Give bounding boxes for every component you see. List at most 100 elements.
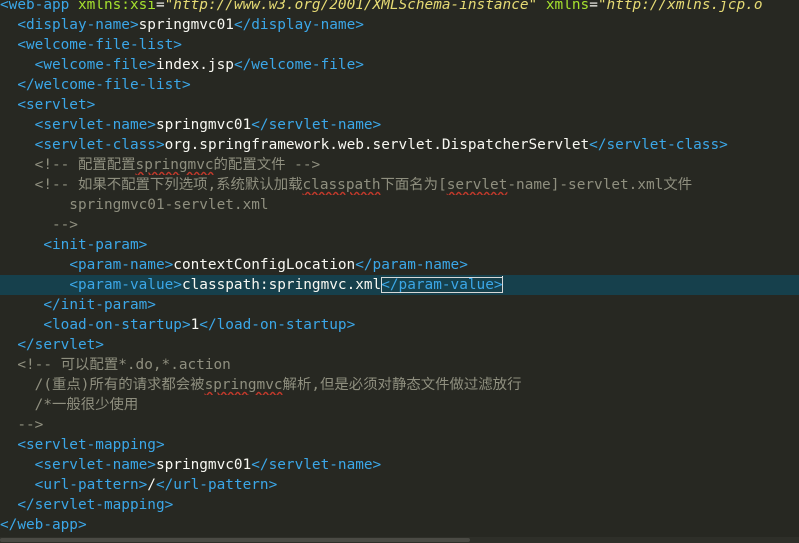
xml-tag: <servlet-mapping> <box>17 437 165 453</box>
comment-text: 下面名为[ <box>380 177 447 193</box>
code-line-current[interactable]: <param-value>classpath:springmvc.xml</pa… <box>0 275 799 295</box>
code-line[interactable]: --> <box>0 415 799 435</box>
element-text <box>0 237 43 253</box>
element-text: / <box>147 477 156 493</box>
element-text <box>0 177 35 193</box>
element-text <box>0 117 35 133</box>
element-text <box>0 297 43 313</box>
xml-tag: <welcome-file> <box>34 57 156 73</box>
code-line[interactable]: <display-name>springmvc01</display-name> <box>0 15 799 35</box>
code-line[interactable]: </servlet> <box>0 335 799 355</box>
element-text: org.springframework.web.servlet.Dispatch… <box>164 137 590 153</box>
element-text <box>0 317 43 333</box>
element-text <box>0 97 17 113</box>
attribute-equals: = <box>155 0 165 13</box>
xml-tag: </servlet-name> <box>251 117 382 133</box>
code-line[interactable]: springmvc01-servlet.xml <box>0 195 799 215</box>
code-line[interactable]: </web-app> <box>0 515 799 535</box>
element-text <box>0 277 69 293</box>
code-line[interactable]: <!-- 可以配置*.do,*.action <box>0 355 799 375</box>
spellcheck-word: servlet <box>446 177 508 193</box>
comment-text: <!-- 可以配置*.do,*.action <box>17 357 231 373</box>
comment-text: -name]-servlet.xml文件 <box>507 177 693 193</box>
comment-text: springmvc01-servlet.xml <box>0 197 269 213</box>
attribute-value: "http://xmlns.jcp.o <box>597 0 763 13</box>
comment-text: <!-- 如果不配置下列选项,系统默认加载 <box>34 177 303 193</box>
xml-tag: <param-name> <box>69 257 174 273</box>
xml-tag: </init-param> <box>43 297 156 313</box>
comment-text: <!-- 配置配置 <box>34 157 136 173</box>
code-line[interactable]: <init-param> <box>0 235 799 255</box>
xml-tag: <welcome-file-list> <box>17 37 182 53</box>
element-text <box>0 477 35 493</box>
horizontal-scrollbar[interactable] <box>0 537 799 543</box>
code-line[interactable]: <servlet-name>springmvc01</servlet-name> <box>0 115 799 135</box>
attribute-value: "http://www.w3.org/2001/XMLSchema-instan… <box>164 0 538 13</box>
xml-tag: <load-on-startup> <box>43 317 191 333</box>
comment-text: --> <box>0 417 44 433</box>
code-line[interactable]: --> <box>0 215 799 235</box>
xml-tag: <servlet> <box>17 97 96 113</box>
comment-text: /*一般很少使用 <box>0 397 139 413</box>
xml-tag: </welcome-file> <box>233 57 364 73</box>
element-text: contextConfigLocation <box>173 257 356 273</box>
xml-tag: <servlet-name> <box>34 117 156 133</box>
code-line[interactable]: <!-- 配置配置springmvc的配置文件 --> <box>0 155 799 175</box>
code-line[interactable]: <web-app xmlns:xsi="http://www.w3.org/20… <box>0 0 799 15</box>
xml-tag: <init-param> <box>43 237 148 253</box>
comment-text: 解析,但是必须对静态文件做过滤放行 <box>282 377 522 393</box>
element-text <box>537 0 546 13</box>
code-line[interactable]: <param-name>contextConfigLocation</param… <box>0 255 799 275</box>
element-text <box>0 137 35 153</box>
code-line[interactable]: <!-- 如果不配置下列选项,系统默认加载classpath下面名为[servl… <box>0 175 799 195</box>
xml-tag: <servlet-name> <box>34 457 156 473</box>
code-line[interactable]: <welcome-file-list> <box>0 35 799 55</box>
comment-text: /(重点)所有的请求都会被 <box>0 377 205 393</box>
code-line[interactable]: <servlet-class>org.springframework.web.s… <box>0 135 799 155</box>
comment-text: 的配置文件 --> <box>213 157 321 173</box>
code-line[interactable]: <url-pattern>/</url-pattern> <box>0 475 799 495</box>
text-cursor <box>501 276 503 292</box>
xml-tag: </load-on-startup> <box>199 317 356 333</box>
code-line[interactable]: /(重点)所有的请求都会被springmvc解析,但是必须对静态文件做过滤放行 <box>0 375 799 395</box>
spellcheck-word: springmvc <box>204 377 283 393</box>
code-line[interactable]: <welcome-file>index.jsp</welcome-file> <box>0 55 799 75</box>
code-line[interactable]: <load-on-startup>1</load-on-startup> <box>0 315 799 335</box>
xml-tag: </servlet> <box>17 337 104 353</box>
code-line[interactable]: </servlet-mapping> <box>0 495 799 515</box>
element-text <box>0 337 17 353</box>
xml-tag: <param-value> <box>69 277 182 293</box>
element-text: classpath:springmvc.xml <box>181 277 382 293</box>
code-lines[interactable]: <web-app xmlns:xsi="http://www.w3.org/20… <box>0 0 799 535</box>
element-text <box>0 437 17 453</box>
xml-tag: </param-value> <box>381 277 503 293</box>
spellcheck-word: classpath <box>302 177 381 193</box>
code-editor[interactable]: <web-app xmlns:xsi="http://www.w3.org/20… <box>0 0 799 543</box>
element-text: springmvc01 <box>138 17 234 33</box>
xml-tag: </web-app> <box>0 517 87 533</box>
code-line[interactable]: /*一般很少使用 <box>0 395 799 415</box>
element-text <box>0 17 17 33</box>
spellcheck-word: springmvc <box>135 157 214 173</box>
element-text <box>69 0 78 13</box>
horizontal-scrollbar-thumb[interactable] <box>0 538 470 542</box>
xml-tag: </welcome-file-list> <box>17 77 191 93</box>
code-line[interactable]: <servlet-mapping> <box>0 435 799 455</box>
attribute-equals: = <box>589 0 598 13</box>
xml-tag: </url-pattern> <box>155 477 278 493</box>
xml-tag: </display-name> <box>233 17 364 33</box>
attribute-name: xmlns <box>545 0 590 13</box>
xml-tag: <display-name> <box>17 17 139 33</box>
code-line[interactable]: </welcome-file-list> <box>0 75 799 95</box>
element-text: index.jsp <box>155 57 234 73</box>
element-text <box>0 37 17 53</box>
xml-tag: <web-app <box>0 0 70 13</box>
element-text <box>0 457 35 473</box>
xml-tag: <url-pattern> <box>34 477 148 493</box>
xml-tag: </param-name> <box>355 257 468 273</box>
code-line[interactable]: <servlet> <box>0 95 799 115</box>
element-text: springmvc01 <box>155 117 252 133</box>
element-text <box>0 497 17 513</box>
code-line[interactable]: <servlet-name>springmvc01</servlet-name> <box>0 455 799 475</box>
code-line[interactable]: </init-param> <box>0 295 799 315</box>
